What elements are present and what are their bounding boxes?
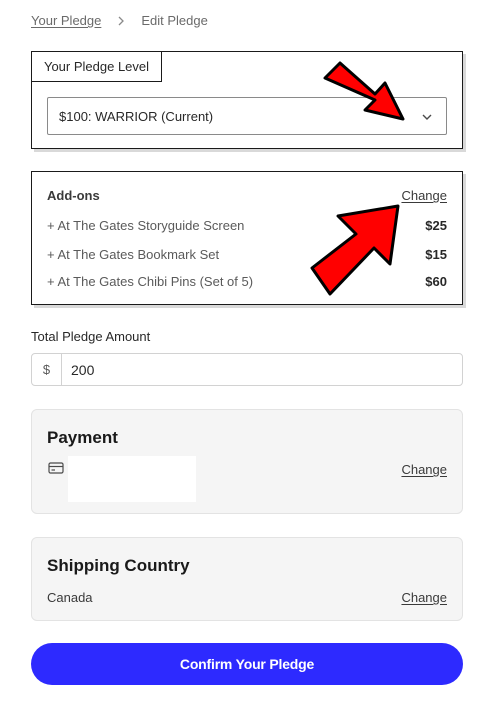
payment-details-redacted — [68, 456, 196, 502]
addon-price: $60 — [425, 273, 447, 289]
addon-item: + At The Gates Storyguide Screen $25 — [47, 216, 447, 234]
total-pledge-label: Total Pledge Amount — [31, 329, 151, 344]
confirm-pledge-button[interactable]: Confirm Your Pledge — [31, 643, 463, 685]
addon-name: + At The Gates Bookmark Set — [47, 246, 220, 262]
chevron-right-icon — [118, 16, 125, 25]
shipping-country-value: Canada — [47, 590, 93, 605]
total-pledge-input[interactable] — [62, 354, 462, 385]
addons-change-link[interactable]: Change — [401, 188, 447, 203]
total-pledge-field: $ — [31, 353, 463, 386]
credit-card-icon — [48, 462, 64, 474]
addon-name: + At The Gates Storyguide Screen — [47, 217, 245, 233]
addon-item: + At The Gates Bookmark Set $15 — [47, 245, 447, 263]
breadcrumb-your-pledge-link[interactable]: Your Pledge — [31, 13, 101, 28]
addons-heading: Add-ons — [47, 188, 100, 203]
pledge-level-tab: Your Pledge Level — [31, 51, 162, 82]
payment-heading: Payment — [47, 428, 118, 447]
currency-symbol: $ — [32, 354, 62, 385]
shipping-change-link[interactable]: Change — [401, 590, 447, 605]
addons-section: Add-ons Change + At The Gates Storyguide… — [31, 171, 463, 305]
addon-item: + At The Gates Chibi Pins (Set of 5) $60 — [47, 272, 447, 290]
payment-change-link[interactable]: Change — [401, 462, 447, 477]
payment-card: Payment Change — [31, 409, 463, 514]
addon-price: $15 — [425, 246, 447, 262]
pledge-level-value: $100: WARRIOR (Current) — [59, 108, 214, 124]
breadcrumb: Your Pledge Edit Pledge — [31, 13, 208, 28]
addon-price: $25 — [425, 217, 447, 233]
shipping-heading: Shipping Country — [47, 556, 190, 575]
chevron-down-icon — [422, 114, 432, 120]
pledge-level-select[interactable]: $100: WARRIOR (Current) — [47, 97, 447, 135]
pledge-level-section: Your Pledge Level $100: WARRIOR (Current… — [31, 51, 463, 149]
breadcrumb-current: Edit Pledge — [141, 13, 208, 28]
addon-name: + At The Gates Chibi Pins (Set of 5) — [47, 273, 254, 289]
shipping-card: Shipping Country Canada Change — [31, 537, 463, 621]
